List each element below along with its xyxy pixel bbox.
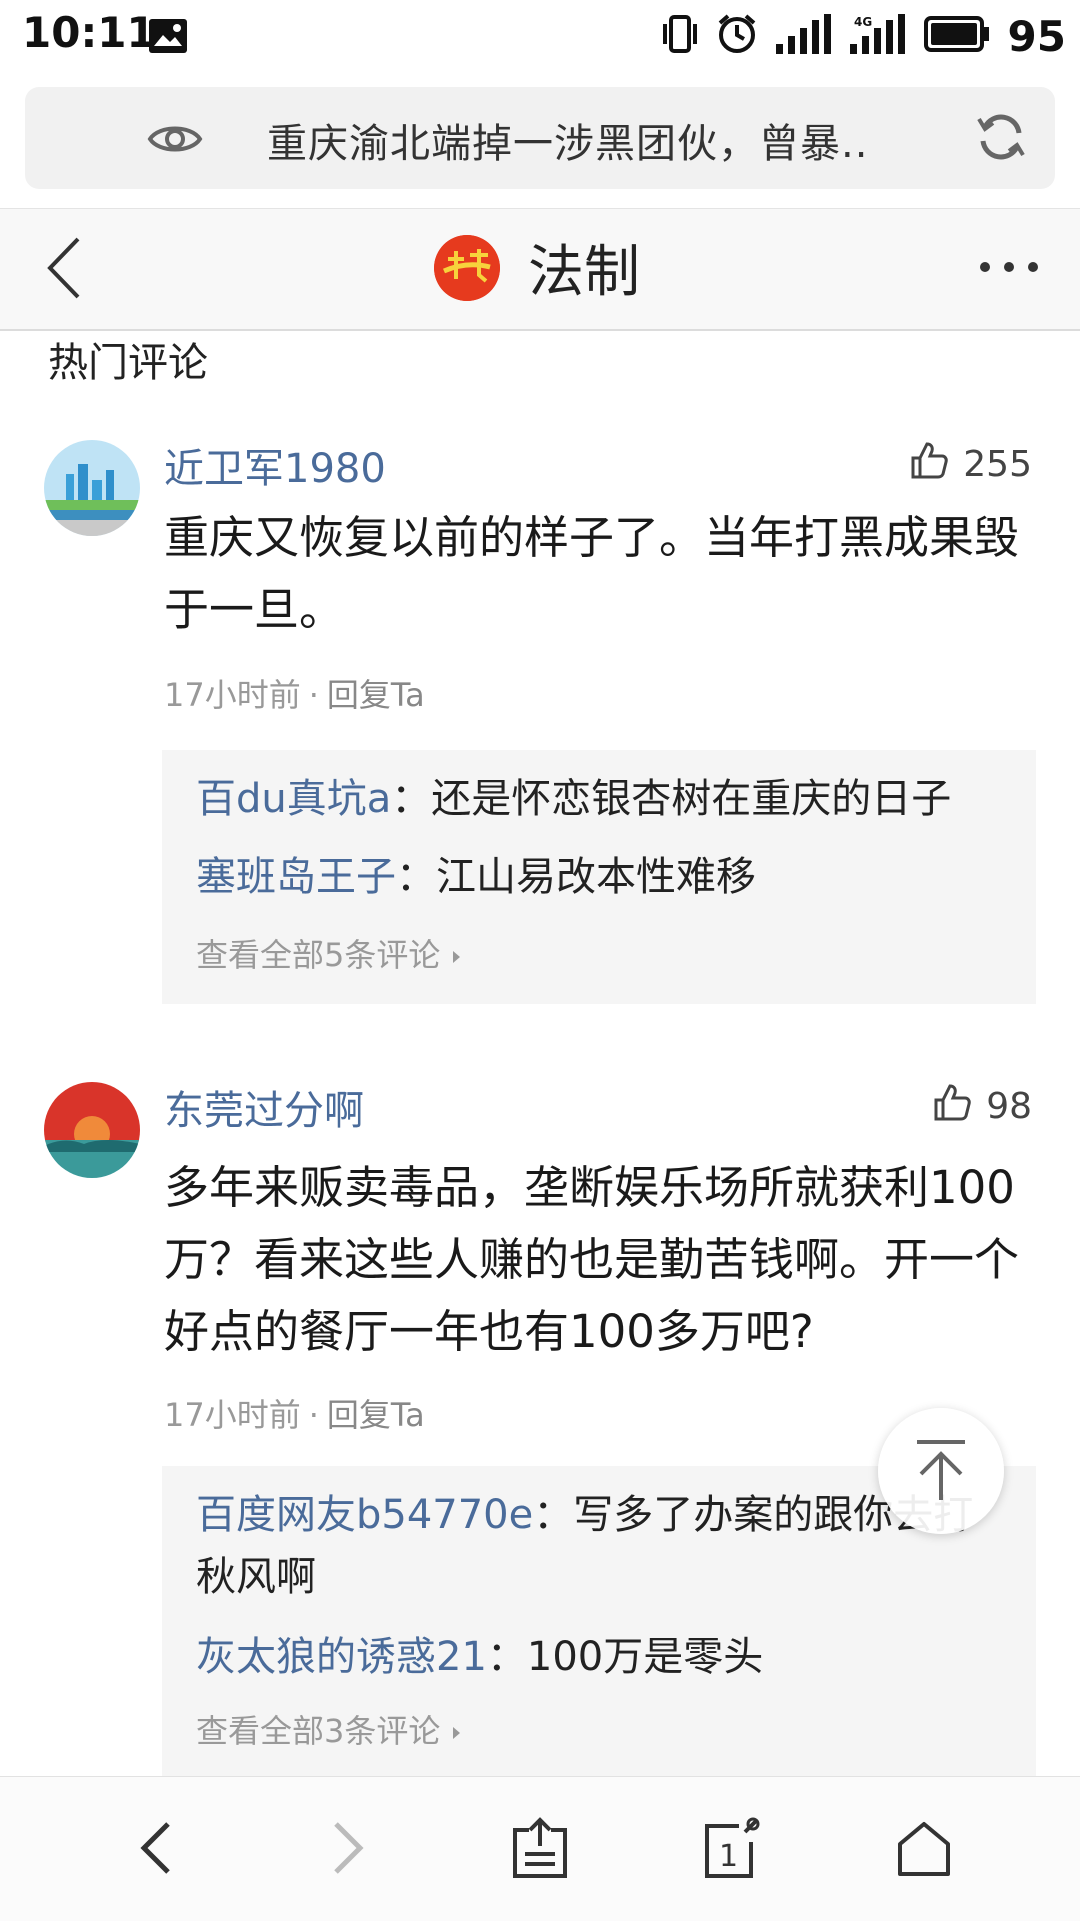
- reply-text: 还是怀恋银杏树在重庆的日子: [431, 776, 952, 822]
- meta-separator: ·: [308, 676, 319, 714]
- reply-username[interactable]: 百du真坑a: [196, 776, 391, 822]
- channel-title: 法制: [528, 240, 640, 305]
- more-icon[interactable]: [978, 259, 1040, 278]
- reply-username[interactable]: 塞班岛王子: [196, 854, 396, 900]
- reply-item[interactable]: 灰太狼的诱惑21：100万是零头: [196, 1626, 1016, 1688]
- reply-colon: ：: [486, 1634, 527, 1680]
- page-title[interactable]: 重庆渝北端掉一涉黑团伙，曾暴..: [267, 111, 868, 169]
- comment-meta: 17小时前 · 回复Ta: [164, 670, 425, 716]
- share-icon: [509, 1816, 571, 1884]
- comment-text: 多年来贩卖毒品，垄断娱乐场所就获利100万？看来这些人赚的也是勤苦钱啊。开一个好…: [164, 1161, 1020, 1358]
- reply-colon: ：: [391, 776, 432, 822]
- thumbs-up-icon: [909, 440, 949, 489]
- back-button[interactable]: [116, 1815, 196, 1885]
- reply-item[interactable]: 百du真坑a：还是怀恋银杏树在重庆的日子: [196, 768, 1016, 830]
- reply-colon: ：: [396, 854, 436, 900]
- reply-item[interactable]: 百度网友b54770e：写多了办案的跟你去打秋风啊: [196, 1484, 986, 1608]
- thumbs-up-icon: [932, 1082, 972, 1131]
- view-all-replies-link[interactable]: 查看全部3条评论: [196, 1706, 463, 1752]
- signal-icon: [775, 14, 832, 58]
- signal-4g-icon: 4G: [849, 14, 906, 58]
- avatar[interactable]: [44, 440, 140, 536]
- section-heading: 热门评论: [48, 340, 208, 386]
- reply-list: 百du真坑a：还是怀恋银杏树在重庆的日子 塞班岛王子：江山易改本性难移 查看全部…: [162, 750, 1036, 1004]
- comment-meta: 17小时前 · 回复Ta: [164, 1390, 425, 1436]
- reply-username[interactable]: 灰太狼的诱惑21: [196, 1634, 487, 1680]
- view-all-replies-link[interactable]: 查看全部5条评论: [196, 930, 463, 976]
- vibrate-icon: [662, 14, 698, 58]
- reply-item[interactable]: 塞班岛王子：江山易改本性难移: [196, 846, 1016, 908]
- status-time: 10:11: [22, 8, 156, 57]
- channel-header: 法制: [0, 208, 1080, 331]
- svg-text:1: 1: [719, 1839, 738, 1874]
- home-icon: [894, 1818, 954, 1882]
- alarm-icon: [716, 13, 758, 59]
- comment-username[interactable]: 东莞过分啊: [164, 1078, 364, 1136]
- chevron-right-icon: [330, 1820, 366, 1880]
- comment-time: 17小时前: [164, 676, 301, 714]
- eye-icon[interactable]: [147, 111, 203, 171]
- reply-button[interactable]: 回复Ta: [327, 676, 425, 714]
- avatar[interactable]: [44, 1082, 140, 1178]
- tabs-button[interactable]: 1: [692, 1815, 772, 1885]
- like-button[interactable]: 255: [909, 440, 1032, 489]
- svg-text:4G: 4G: [854, 15, 872, 29]
- battery-level: 95: [1007, 11, 1066, 61]
- like-button[interactable]: 98: [932, 1082, 1032, 1131]
- chevron-left-icon: [138, 1820, 174, 1880]
- chevron-right-icon: [451, 936, 463, 974]
- status-bar: 10:11 4G 95: [0, 0, 1080, 72]
- chevron-right-icon: [451, 1712, 463, 1750]
- forward-button[interactable]: [308, 1815, 388, 1885]
- arrow-up-icon: [911, 1438, 971, 1508]
- browser-toolbar: 1: [0, 1776, 1080, 1921]
- battery-icon: [923, 16, 990, 56]
- reply-username[interactable]: 百度网友b54770e: [196, 1492, 533, 1538]
- share-button[interactable]: [500, 1815, 580, 1885]
- reply-text: 100万是零头: [526, 1634, 764, 1680]
- like-count: 255: [963, 444, 1032, 485]
- reply-colon: ：: [533, 1492, 574, 1538]
- comment-username[interactable]: 近卫军1980: [164, 436, 386, 494]
- channel-logo: [434, 235, 500, 301]
- address-bar[interactable]: 重庆渝北端掉一涉黑团伙，曾暴..: [25, 87, 1055, 189]
- reply-button[interactable]: 回复Ta: [327, 1396, 425, 1434]
- home-button[interactable]: [884, 1815, 964, 1885]
- meta-separator: ·: [308, 1396, 319, 1434]
- tabs-icon: 1: [701, 1816, 763, 1884]
- reply-text: 江山易改本性难移: [436, 854, 756, 900]
- image-notification-icon: [148, 18, 188, 58]
- back-to-top-button[interactable]: [878, 1408, 1004, 1534]
- refresh-icon[interactable]: [975, 111, 1027, 167]
- back-arrow-icon[interactable]: [44, 233, 84, 307]
- comment-time: 17小时前: [164, 1396, 301, 1434]
- comment-text: 重庆又恢复以前的样子了。当年打黑成果毁于一旦。: [164, 511, 1020, 636]
- like-count: 98: [986, 1086, 1032, 1127]
